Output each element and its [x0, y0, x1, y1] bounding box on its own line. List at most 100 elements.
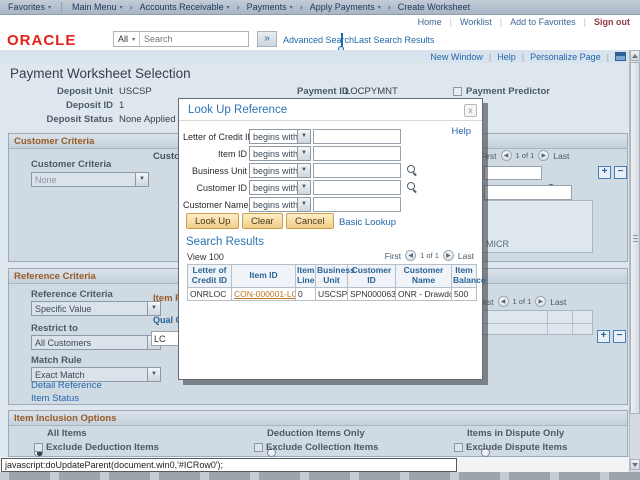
remove-row-button[interactable]: −	[614, 166, 627, 179]
field-row-customer-name: Customer Name begins with▼	[179, 197, 482, 212]
operator-value: begins with	[250, 147, 297, 160]
exclude-dispute-items-label: Exclude Dispute Items	[466, 442, 567, 453]
results-row: ONRLOC CON-000001-LOC 0 USCSP SPN0000632…	[188, 287, 477, 300]
scroll-up-button[interactable]	[630, 50, 640, 61]
detail-reference-link[interactable]: Detail Reference	[31, 380, 102, 391]
cell-item-line: 0	[296, 287, 316, 300]
home-link[interactable]: Home	[418, 17, 442, 27]
breadcrumb-chevron-icon: ›	[130, 2, 133, 12]
reference-criteria-select[interactable]: Specific Value ▼	[31, 301, 161, 316]
breadcrumb-payments[interactable]: Payments ▾	[247, 2, 293, 12]
exclude-dispute-items-checkbox[interactable]	[454, 443, 463, 452]
customer-reference-input[interactable]	[484, 166, 542, 180]
pager-prev-icon[interactable]: ◀	[501, 150, 512, 161]
cell-customer-id: SPN0000632	[348, 287, 396, 300]
payment-predictor-label: Payment Predictor	[466, 86, 550, 97]
dropdown-caret-icon: ▼	[147, 368, 160, 381]
field-row-letter-of-credit: Letter of Credit ID begins with▼	[179, 129, 482, 144]
letter-of-credit-id-input[interactable]	[313, 129, 401, 144]
item-id-label: Item ID	[183, 149, 247, 159]
results-header-row: Letter of Credit ID Item ID Item Line Bu…	[188, 265, 477, 288]
pager-prev-icon[interactable]: ◀	[405, 250, 416, 261]
customer-id-lookup-icon[interactable]	[407, 182, 418, 193]
search-input[interactable]	[140, 32, 248, 46]
breadcrumb-create-worksheet[interactable]: Create Worksheet	[398, 2, 470, 12]
pager-next-icon[interactable]: ▶	[535, 296, 546, 307]
pager-page: 1 of 1	[420, 251, 439, 260]
status-link-tooltip: javascript:doUpdateParent(document.win0,…	[1, 458, 457, 472]
breadcrumb-main-menu[interactable]: Main Menu ▾	[72, 2, 123, 12]
exclude-deduction-items-checkbox[interactable]	[34, 443, 43, 452]
search-go-button[interactable]: »	[257, 31, 277, 47]
business-unit-input[interactable]	[313, 163, 401, 178]
search-scope-value: All	[118, 34, 128, 44]
breadcrumb: Favorites ▾ Main Menu ▾ › Accounts Recei…	[0, 0, 640, 15]
pager-last[interactable]: Last	[553, 151, 569, 161]
dropdown-caret-icon: ▾	[132, 36, 135, 43]
col-customer-id: Customer ID	[348, 265, 396, 288]
business-unit-operator-select[interactable]: begins with▼	[249, 163, 311, 178]
page-action-bar: New Window | Help | Personalize Page |	[0, 50, 640, 63]
customer-name-operator-select[interactable]: begins with▼	[249, 197, 311, 212]
clear-button[interactable]: Clear	[242, 213, 283, 229]
remove-row-button[interactable]: −	[613, 330, 626, 343]
restrict-to-select[interactable]: All Customers ▼	[31, 335, 161, 350]
basic-lookup-link[interactable]: Basic Lookup	[339, 217, 396, 228]
breadcrumb-favorites[interactable]: Favorites ▾	[8, 2, 51, 12]
customer-id-operator-select[interactable]: begins with▼	[249, 180, 311, 195]
pager-next-icon[interactable]: ▶	[538, 150, 549, 161]
pager-prev-icon[interactable]: ◀	[498, 296, 509, 307]
customer-id-input[interactable]	[313, 180, 401, 195]
dropdown-caret-icon: ▾	[48, 4, 51, 11]
help-link[interactable]: Help	[497, 52, 516, 62]
breadcrumb-accounts-receivable[interactable]: Accounts Receivable ▾	[140, 2, 230, 12]
business-unit-lookup-icon[interactable]	[407, 165, 418, 176]
breadcrumb-apply-payments[interactable]: Apply Payments ▾	[310, 2, 381, 12]
operator-value: begins with	[250, 198, 297, 211]
dropdown-caret-icon: ▼	[297, 130, 310, 143]
pager-next-icon[interactable]: ▶	[443, 250, 454, 261]
pager-last[interactable]: Last	[550, 297, 566, 307]
item-id-input[interactable]	[313, 146, 401, 161]
worklist-link[interactable]: Worklist	[460, 17, 492, 27]
cancel-button[interactable]: Cancel	[286, 213, 334, 229]
item-status-link[interactable]: Item Status	[31, 393, 79, 404]
search-scope-select[interactable]: All ▾	[114, 32, 140, 46]
col-letter-of-credit-id: Letter of Credit ID	[188, 265, 232, 288]
page-title: Payment Worksheet Selection	[10, 66, 191, 81]
customer-reference-pager: First ◀ 1 of 1 ▶ Last	[480, 150, 569, 161]
personalize-page-link[interactable]: Personalize Page	[530, 52, 601, 62]
brand-row: ORACLE All ▾ » Advanced Search Last Sear…	[0, 28, 640, 50]
search-results-table: Letter of Credit ID Item ID Item Line Bu…	[187, 264, 477, 301]
window-icon[interactable]	[615, 52, 626, 61]
search-results-title: Search Results	[186, 236, 264, 248]
payment-predictor-checkbox[interactable]	[453, 87, 462, 96]
close-icon[interactable]: x	[464, 104, 477, 117]
add-row-button[interactable]: +	[598, 166, 611, 179]
pager-last[interactable]: Last	[458, 251, 474, 261]
view-100-link[interactable]: View 100	[187, 252, 224, 262]
letter-of-credit-operator-select[interactable]: begins with▼	[249, 129, 311, 144]
customer-reference-input-wide[interactable]	[484, 185, 572, 200]
vertical-scrollbar[interactable]	[629, 50, 640, 472]
deposit-unit-label: Deposit Unit	[10, 86, 113, 97]
look-up-button[interactable]: Look Up	[186, 213, 239, 229]
item-id-result-link[interactable]: CON-000001-LOC	[234, 289, 296, 299]
item-id-operator-select[interactable]: begins with▼	[249, 146, 311, 161]
pager-first[interactable]: First	[385, 251, 402, 261]
operator-value: begins with	[250, 164, 297, 177]
scroll-down-button[interactable]	[630, 459, 640, 470]
business-unit-label: Business Unit	[183, 166, 247, 176]
scrollbar-thumb[interactable]	[630, 62, 640, 414]
add-to-favorites-link[interactable]: Add to Favorites	[510, 17, 576, 27]
exclude-collection-items-checkbox[interactable]	[254, 443, 263, 452]
last-search-results-link[interactable]: Last Search Results	[354, 35, 435, 45]
customer-criteria-select[interactable]: None ▼	[31, 172, 149, 187]
advanced-search-link[interactable]: Advanced Search	[283, 35, 354, 45]
customer-name-input[interactable]	[313, 197, 401, 212]
add-row-button[interactable]: +	[597, 330, 610, 343]
col-business-unit: Business Unit	[316, 265, 348, 288]
sign-out-link[interactable]: Sign out	[594, 17, 630, 27]
pager-page: 1 of 1	[513, 297, 532, 306]
new-window-link[interactable]: New Window	[430, 52, 483, 62]
